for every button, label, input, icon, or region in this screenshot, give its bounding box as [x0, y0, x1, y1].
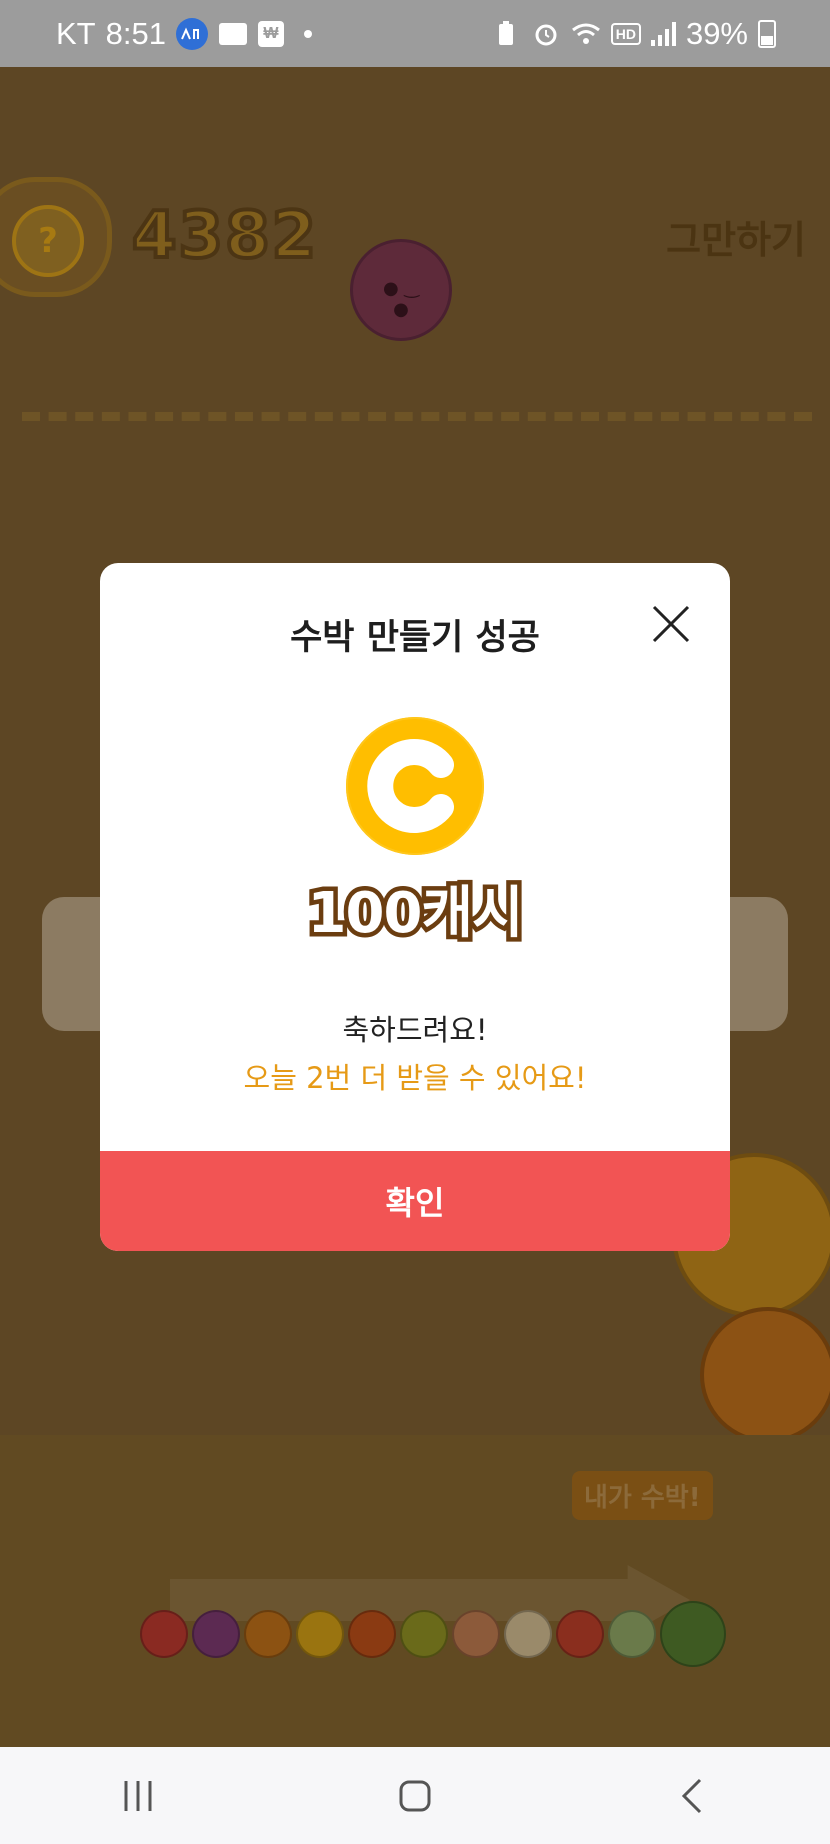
confirm-button[interactable]: 확인	[100, 1151, 730, 1251]
apple-fruit-icon	[556, 1610, 604, 1658]
grape-fruit-icon	[192, 1610, 240, 1658]
plum-fruit-icon: ● ‿ ●	[350, 239, 452, 341]
help-button[interactable]: ?	[12, 205, 84, 277]
notification-dot-icon	[303, 29, 312, 38]
cherry-fruit-icon	[140, 1610, 188, 1658]
success-dialog: 수박 만들기 성공 100캐시 축하드려요! 오늘 2번 더 받을 수 있어요!…	[100, 563, 730, 1251]
signal-icon	[650, 21, 676, 46]
congrats-text: 축하드려요!	[342, 1013, 488, 1047]
wallet-icon: ₩	[257, 20, 284, 47]
pear-fruit-icon	[504, 1610, 552, 1658]
folder-icon	[218, 19, 248, 49]
battery-percent: 39%	[685, 15, 748, 51]
close-icon[interactable]	[648, 601, 694, 647]
system-nav-bar	[0, 1747, 830, 1844]
app-badge-icon	[175, 17, 208, 50]
alarm-icon	[531, 19, 561, 49]
cash-coin-icon	[346, 717, 484, 855]
lemon-fruit-icon	[296, 1610, 344, 1658]
quit-button[interactable]: 그만하기	[666, 209, 806, 264]
hd-voice-icon: HD	[610, 22, 641, 45]
score-display: 4382	[130, 197, 319, 275]
dialog-title: 수박 만들기 성공	[290, 618, 540, 658]
remaining-count-text: 오늘 2번 더 받을 수 있어요!	[243, 1061, 587, 1095]
back-icon[interactable]	[652, 1766, 732, 1826]
battery-icon	[758, 19, 776, 48]
watermelon-badge: 내가 수박!	[572, 1471, 713, 1520]
status-right: HD 39%	[491, 16, 776, 52]
tangerine-fruit-icon	[244, 1610, 292, 1658]
status-bar: KT 8:51 ₩ HD 39%	[0, 0, 830, 67]
persimmon-small-fruit-icon	[348, 1610, 396, 1658]
peach-fruit-icon	[452, 1610, 500, 1658]
watermelon-fruit-icon	[660, 1601, 726, 1667]
clock: 8:51	[105, 15, 166, 51]
home-icon[interactable]	[375, 1766, 455, 1826]
persimmon-fruit-icon	[700, 1307, 830, 1443]
fruit-evolution-row	[140, 1601, 726, 1667]
reward-amount: 100캐시	[303, 877, 528, 951]
wifi-icon	[571, 19, 601, 49]
recent-apps-icon[interactable]	[98, 1766, 178, 1826]
status-left: KT 8:51 ₩	[56, 16, 312, 52]
carrier-label: KT	[56, 15, 96, 51]
limit-line	[22, 412, 812, 421]
melon-fruit-icon	[608, 1610, 656, 1658]
battery-saver-icon	[491, 19, 521, 49]
kiwi-fruit-icon	[400, 1610, 448, 1658]
